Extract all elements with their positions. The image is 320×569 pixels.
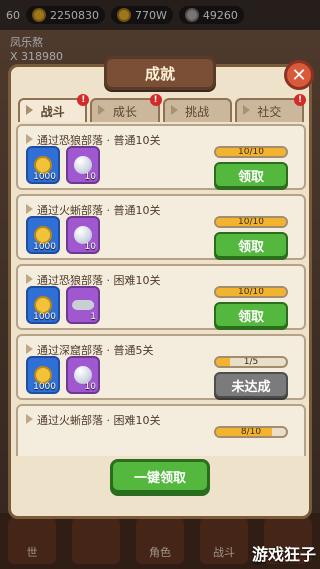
reward-orb[interactable]: 10 <box>66 356 100 394</box>
achievement-list[interactable]: 通过恐狼部落 · 普通10关 1000 10 10/10 领取 通过火蜥部落 ·… <box>16 124 306 456</box>
reward-orb[interactable]: 10 <box>66 146 100 184</box>
achievement-card: 通过火蜥部落 · 普通10关 1000 10 10/10 领取 <box>16 194 306 260</box>
close-button[interactable]: ✕ <box>284 60 314 90</box>
reward-amount: 1 <box>90 312 96 322</box>
progress-text: 10/10 <box>238 147 264 157</box>
claim-button[interactable]: 领取 <box>214 232 288 258</box>
screen: 60 2250830 770W 49260 凤乐熬 X 318980 世 角色 … <box>0 0 320 569</box>
title-text: 成就 <box>144 64 175 83</box>
reward-key[interactable]: 1 <box>66 286 100 324</box>
tab-growth[interactable]: 成长! <box>90 94 162 122</box>
card-title: 通过火蜥部落 · 困难10关 <box>26 412 161 428</box>
reward-gold[interactable]: 1000 <box>26 356 60 394</box>
close-icon: ✕ <box>291 64 307 86</box>
claim-button[interactable]: 领取 <box>214 162 288 188</box>
progress-text: 8/10 <box>240 427 262 437</box>
panel-title: 成就 <box>104 56 216 90</box>
reward-amount: 1000 <box>33 242 56 252</box>
reward-amount: 1000 <box>33 312 56 322</box>
progress-bar: 10/10 <box>214 216 288 228</box>
reward-amount: 10 <box>84 242 96 252</box>
key-icon <box>72 300 94 310</box>
watermark: 游戏狂子 <box>251 545 316 564</box>
tab-label: 社交 <box>257 104 282 119</box>
reward-amount: 10 <box>84 172 96 182</box>
tab-battle[interactable]: 战斗! <box>18 94 90 122</box>
progress-bar: 8/10 <box>214 426 288 438</box>
progress-bar: 1/5 <box>214 356 288 368</box>
tab-label: 成长 <box>112 104 137 119</box>
reward-orb[interactable]: 10 <box>66 216 100 254</box>
flag-icon <box>98 105 106 115</box>
tab-label: 挑战 <box>185 104 210 119</box>
reward-gold[interactable]: 1000 <box>26 216 60 254</box>
progress-text: 10/10 <box>238 217 264 227</box>
claim-all-button[interactable]: 一键领取 <box>110 459 210 493</box>
flag-icon <box>242 105 250 115</box>
achievement-card: 通过深窟部落 · 普通5关 1000 10 1/5 未达成 <box>16 334 306 400</box>
not-achieved-button[interactable]: 未达成 <box>214 372 288 398</box>
reward-gold[interactable]: 1000 <box>26 286 60 324</box>
reward-amount: 10 <box>84 382 96 392</box>
reward-amount: 1000 <box>33 382 56 392</box>
progress-text: 1/5 <box>243 357 259 367</box>
alert-badge-icon: ! <box>77 94 90 106</box>
flag-icon <box>170 105 178 115</box>
alert-badge-icon: ! <box>149 94 162 106</box>
alert-badge-icon: ! <box>294 94 306 106</box>
achievement-card: 通过恐狼部落 · 困难10关 1000 1 10/10 领取 <box>16 264 306 330</box>
claim-button[interactable]: 领取 <box>214 302 288 328</box>
achievement-card: 通过恐狼部落 · 普通10关 1000 10 10/10 领取 <box>16 124 306 190</box>
flag-icon <box>26 105 33 115</box>
tab-label: 战斗 <box>40 104 65 119</box>
tab-challenge[interactable]: 挑战 <box>162 98 232 122</box>
progress-bar: 10/10 <box>214 286 288 298</box>
tab-bar: 战斗! 成长! 挑战 社交! <box>18 94 306 122</box>
reward-amount: 1000 <box>33 172 56 182</box>
tab-social[interactable]: 社交! <box>234 94 306 122</box>
reward-gold[interactable]: 1000 <box>26 146 60 184</box>
progress-text: 10/10 <box>238 287 264 297</box>
progress-bar: 10/10 <box>214 146 288 158</box>
achievement-card: 通过火蜥部落 · 困难10关 8/10 <box>16 404 306 456</box>
